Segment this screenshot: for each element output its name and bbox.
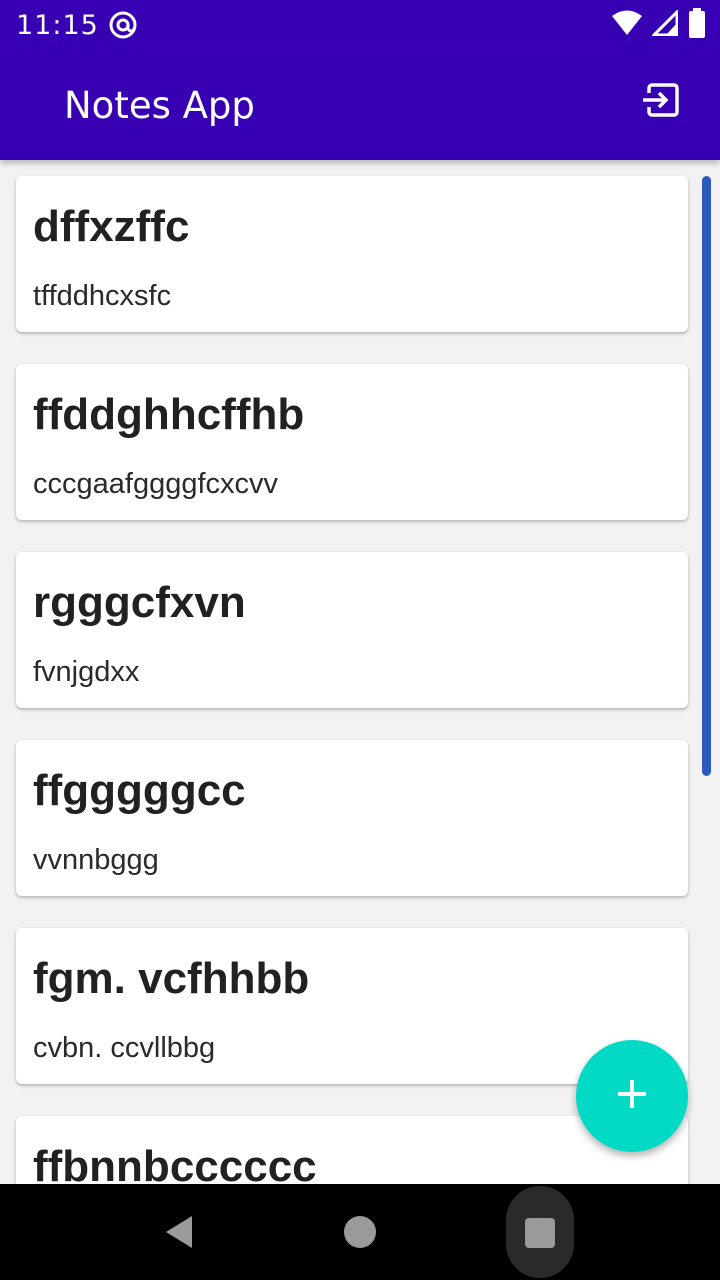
note-title: ffddghhcffhb [33,390,305,439]
note-body: tffddhcxsfc [33,280,172,312]
note-body: fvnjgdxx [33,656,140,688]
add-note-button[interactable] [576,1040,688,1152]
back-icon[interactable] [160,1212,200,1252]
note-title: ffgggggcc [33,766,246,815]
app-title: Notes App [64,84,255,127]
note-body: cvbn. ccvllbbg [33,1032,216,1064]
note-body: cccgaafggggfcxcvv [33,468,279,500]
note-title: rgggcfxvn [33,578,246,627]
note-title: ffbnnbcccccc [33,1142,317,1184]
app-bar: Notes App [0,50,720,160]
note-card[interactable]: rgggcfxvn fvnjgdxx [16,552,688,708]
notes-list[interactable]: dffxzffc tffddhcxsfc ffddghhcffhb cccgaa… [0,160,720,1184]
note-card[interactable]: dffxzffc tffddhcxsfc [16,176,688,332]
recents-icon [525,1218,555,1248]
home-icon[interactable] [344,1216,376,1248]
note-body: vvnnbggg [33,844,159,876]
at-sign-icon [108,10,138,40]
navigation-bar [0,1184,720,1280]
note-title: fgm. vcfhhbb [33,954,310,1003]
scrollbar[interactable] [702,176,711,776]
note-title: dffxzffc [33,202,190,251]
battery-icon [688,7,706,43]
recents-button[interactable] [506,1186,574,1278]
note-card[interactable]: ffgggggcc vvnnbggg [16,740,688,896]
logout-button[interactable] [630,72,690,132]
logout-icon [640,82,680,123]
note-card[interactable]: ffddghhcffhb cccgaafggggfcxcvv [16,364,688,520]
wifi-icon [612,10,642,41]
status-bar: 11:15 [0,0,720,50]
signal-icon [650,7,679,41]
plus-icon [615,1077,649,1116]
status-time: 11:15 [16,10,99,41]
